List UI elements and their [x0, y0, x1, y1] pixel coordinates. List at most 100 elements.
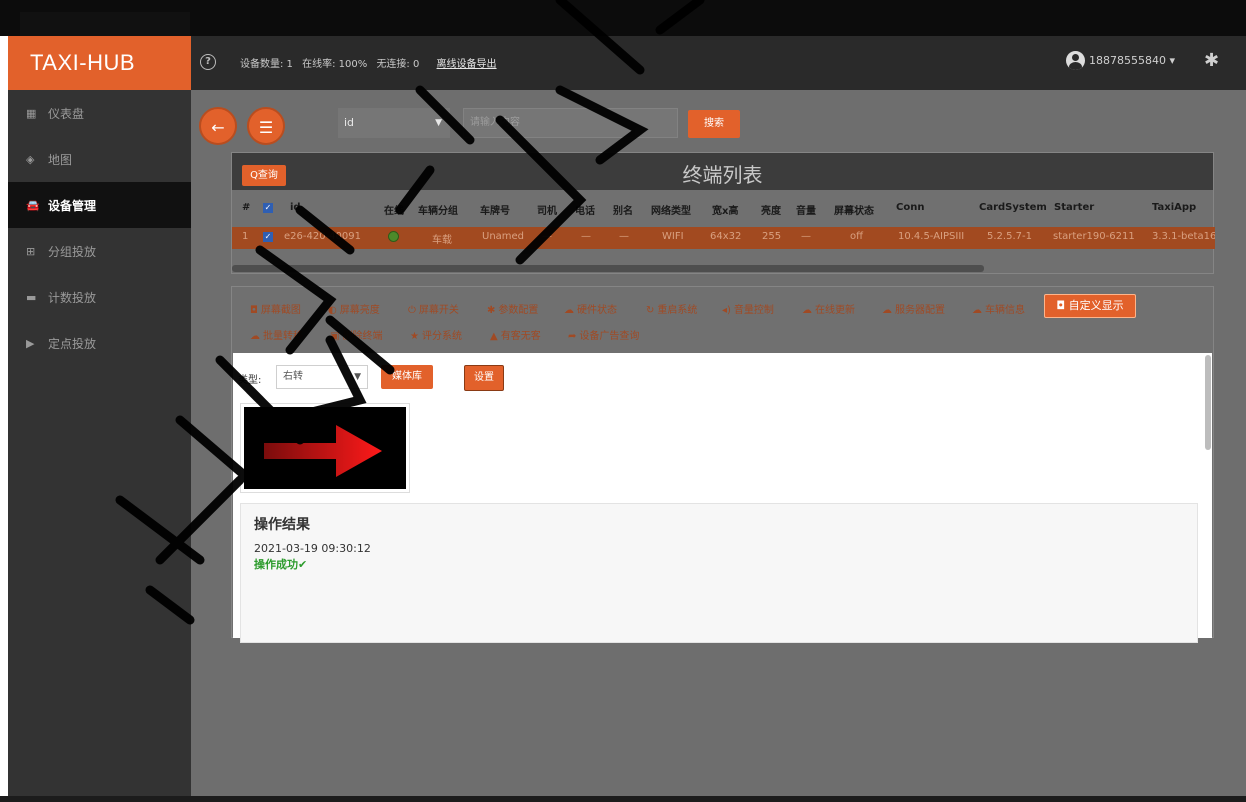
sidebar-item-group-delivery[interactable]: ⊞ 分组投放 — [8, 228, 191, 274]
action-label: 批量转移 — [263, 331, 303, 342]
col-header[interactable]: 司机 — [537, 202, 557, 217]
action-vehicle-info[interactable]: ☁ 车辆信息 — [972, 301, 1025, 316]
action-restart[interactable]: ↻ 重启系统 — [646, 301, 697, 316]
action-rating-system[interactable]: ★ 评分系统 — [410, 327, 462, 342]
brightness-icon: ◐ — [328, 305, 337, 316]
action-param-config[interactable]: ✱ 参数配置 — [487, 301, 538, 316]
result-title: 操作结果 — [254, 517, 310, 533]
cell-screen-state: off — [850, 231, 864, 242]
action-server-config[interactable]: ☁ 服务器配置 — [882, 301, 945, 316]
horizontal-scrollbar[interactable] — [232, 265, 984, 272]
action-hardware-status[interactable]: ☁ 硬件状态 — [564, 301, 617, 316]
volume-icon: ◂) — [722, 305, 731, 316]
col-header[interactable]: id — [290, 202, 301, 213]
type-select[interactable]: 右转 ▼ — [276, 365, 368, 389]
custom-display-tab[interactable]: ◘ 自定义显示 — [1044, 294, 1136, 318]
no-connection-count: 无连接: 0 — [376, 59, 420, 70]
action-screenshot[interactable]: ◘ 屏幕截图 — [250, 301, 301, 316]
operation-result-box: 操作结果 2021-03-19 09:30:12 操作成功✔ — [240, 503, 1198, 643]
col-header[interactable]: Starter — [1054, 202, 1094, 213]
col-header[interactable]: CardSystem — [979, 202, 1047, 213]
action-toolbar: ◘ 屏幕截图 ◐ 屏幕亮度 ⏻ 屏幕开关 ✱ 参数配置 ☁ 硬件状态 ↻ 重启系统 ◂) 音量… — [232, 287, 1215, 351]
col-header[interactable]: 车辆分组 — [418, 202, 458, 217]
back-arrow-button[interactable]: ← — [199, 107, 237, 145]
car-icon: 🚘 — [26, 198, 40, 212]
col-header[interactable]: 电话 — [575, 202, 595, 217]
counter-icon: ▬ — [26, 290, 37, 304]
table-row[interactable]: 1 ✓ e26-420-40091 车载 Unamed — — — WIFI 6… — [232, 227, 1215, 249]
gear-icon[interactable]: ✱ — [1204, 52, 1219, 70]
list-button[interactable]: ☰ — [247, 107, 285, 145]
settings-button[interactable]: 设置 — [464, 365, 504, 391]
media-library-button[interactable]: 媒体库 — [381, 365, 433, 389]
sidebar-item-dashboard[interactable]: ▦ 仪表盘 — [8, 90, 191, 136]
cell-plate: Unamed — [482, 231, 525, 242]
offline-export-link[interactable]: 离线设备导出 — [437, 59, 497, 70]
action-ad-query[interactable]: ➦ 设备广告查询 — [568, 327, 639, 342]
col-header[interactable]: 宽x高 — [712, 202, 738, 217]
action-label: 在线更新 — [815, 305, 855, 316]
top-black-block — [20, 12, 190, 36]
col-header[interactable]: 亮度 — [761, 202, 781, 217]
group-icon: ⊞ — [26, 244, 36, 258]
vertical-scrollbar[interactable] — [1205, 355, 1211, 450]
sidebar-item-device-management[interactable]: 🚘 设备管理 — [8, 182, 191, 228]
sidebar-item-map[interactable]: ◈ 地图 — [8, 136, 191, 182]
action-label: 屏幕截图 — [260, 305, 301, 316]
action-label: 硬件状态 — [577, 305, 617, 316]
sidebar-item-label: 仪表盘 — [48, 106, 85, 121]
action-passenger-status[interactable]: ▲ 有客无客 — [490, 327, 541, 342]
user-menu[interactable]: 18878555840 ▾ — [1066, 51, 1175, 70]
cell-alias: — — [619, 231, 629, 242]
col-header[interactable]: 车牌号 — [480, 202, 510, 217]
map-icon: ◈ — [26, 152, 35, 166]
search-field-select[interactable]: id ▼ — [338, 108, 450, 138]
action-screen-switch[interactable]: ⏻ 屏幕开关 — [408, 301, 459, 316]
cell-id: e26-420-40091 — [284, 231, 361, 242]
cloud-icon: ☁ — [972, 305, 982, 316]
help-icon[interactable]: ? — [200, 54, 216, 70]
col-header: # — [242, 202, 251, 213]
col-header[interactable]: 在线 — [384, 202, 404, 217]
cell-starter: starter190-6211 — [1053, 231, 1135, 242]
col-header[interactable]: 屏幕状态 — [834, 202, 874, 217]
terminal-table: # ✓ id 在线 车辆分组 车牌号 司机 电话 别名 网络类型 宽x高 亮度 … — [232, 197, 1215, 257]
check-icon: ✓ — [263, 232, 273, 242]
action-label: 屏幕开关 — [418, 305, 459, 316]
action-volume[interactable]: ◂) 音量控制 — [722, 301, 774, 316]
sidebar-item-label: 分组投放 — [48, 244, 97, 259]
col-header[interactable]: 网络类型 — [651, 202, 691, 217]
cell-card-system: 5.2.5.7-1 — [987, 231, 1032, 242]
search-button[interactable]: 搜索 — [688, 110, 740, 138]
select-all-checkbox[interactable]: ✓ — [263, 202, 273, 213]
cell-phone: — — [581, 231, 591, 242]
action-label: 参数配置 — [498, 305, 539, 316]
col-header[interactable]: 别名 — [613, 202, 633, 217]
refresh-icon: ↻ — [646, 305, 655, 316]
cloud-icon: ☁ — [882, 305, 892, 316]
action-label: 评分系统 — [421, 331, 462, 342]
sidebar-item-count-delivery[interactable]: ▬ 计数投放 — [8, 274, 191, 320]
action-delete-terminal[interactable]: ▣ 删除终端 — [330, 327, 382, 342]
user-name: 18878555840 ▾ — [1089, 54, 1176, 67]
row-checkbox[interactable]: ✓ — [263, 231, 273, 242]
app-logo[interactable]: TAXI-HUB — [8, 36, 191, 90]
sidebar-item-label: 计数投放 — [48, 290, 97, 305]
person-icon: ▲ — [490, 331, 498, 342]
col-header[interactable]: 音量 — [796, 202, 816, 217]
action-online-update[interactable]: ☁ 在线更新 — [802, 301, 855, 316]
action-brightness[interactable]: ◐ 屏幕亮度 — [328, 301, 380, 316]
preview-screen — [244, 407, 406, 489]
cell-volume: — — [801, 231, 811, 242]
right-arrow-icon — [264, 425, 382, 477]
cloud-icon: ☁ — [564, 305, 574, 316]
chevron-down-icon: ▼ — [354, 372, 361, 382]
user-avatar-icon — [1066, 51, 1085, 70]
sidebar-item-point-delivery[interactable]: ▶ 定点投放 — [8, 320, 191, 366]
action-label: 设备广告查询 — [579, 331, 640, 342]
action-batch-transfer[interactable]: ☁ 批量转移 — [250, 327, 303, 342]
col-header[interactable]: Conn — [896, 202, 924, 213]
cell-size: 64x32 — [710, 231, 742, 242]
col-header[interactable]: TaxiApp — [1152, 202, 1196, 213]
search-input[interactable]: 请输入内容 — [463, 108, 678, 138]
